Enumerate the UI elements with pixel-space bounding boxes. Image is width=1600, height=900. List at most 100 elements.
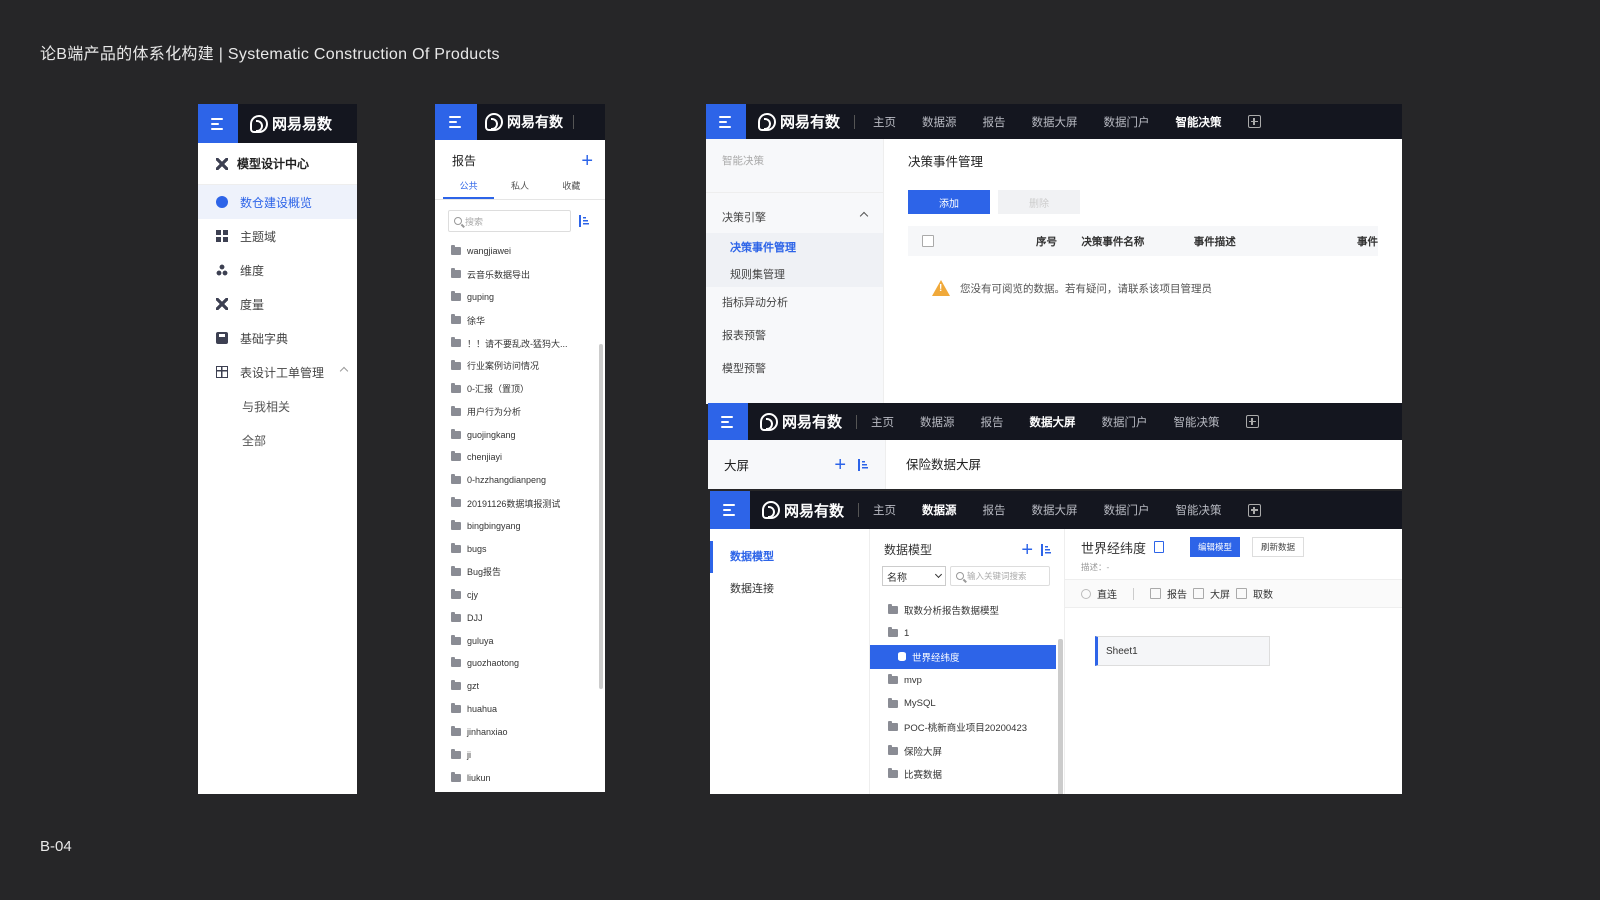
brand-logo[interactable]: 网易有数	[760, 411, 842, 432]
sidebar-group-engine[interactable]: 决策引擎	[706, 203, 883, 233]
list-item[interactable]: guping	[451, 286, 605, 309]
nav-datasource[interactable]: 数据源	[922, 114, 957, 130]
sidebar-item-anomaly[interactable]: 指标异动分析	[706, 287, 883, 320]
sheet-item[interactable]: Sheet1	[1095, 636, 1270, 666]
sidebar-item-dimension[interactable]: 维度	[198, 253, 357, 287]
add-icon[interactable]: +	[834, 455, 846, 475]
list-item[interactable]: huahua	[451, 698, 605, 721]
sidebar-item-dictionary[interactable]: 基础字典	[198, 321, 357, 355]
direct-radio[interactable]	[1081, 588, 1091, 599]
list-item[interactable]: cjy	[451, 583, 605, 606]
sidebar-item-subject[interactable]: 主题域	[198, 219, 357, 253]
list-item[interactable]: jinhanxiao	[451, 721, 605, 744]
edit-model-button[interactable]: 编辑模型	[1190, 537, 1241, 557]
nav-decision[interactable]: 智能决策	[1176, 114, 1222, 130]
sort-icon[interactable]	[1041, 543, 1052, 556]
add-button[interactable]: 添加	[908, 190, 990, 214]
tree-item[interactable]: POC-桃新商业项目20200423	[870, 716, 1064, 740]
select-all-checkbox[interactable]	[922, 235, 934, 247]
list-item[interactable]: 徐华	[451, 309, 605, 332]
sidebar-subitem-mine[interactable]: 与我相关	[198, 389, 357, 423]
list-item[interactable]: gzt	[451, 675, 605, 698]
list-item[interactable]: chenjiayi	[451, 446, 605, 469]
sidebar-item-event-mgmt[interactable]: 决策事件管理	[706, 233, 883, 260]
tree-item[interactable]: 比赛数据	[870, 763, 1064, 787]
tab-favorite[interactable]: 收藏	[546, 175, 597, 199]
add-tab-icon[interactable]	[1247, 503, 1261, 517]
sort-icon[interactable]	[579, 215, 590, 227]
list-item[interactable]: wangjiawei	[451, 240, 605, 263]
nav-decision[interactable]: 智能决策	[1174, 414, 1220, 430]
tab-private[interactable]: 私人	[494, 175, 545, 199]
sort-icon[interactable]	[858, 458, 869, 471]
search-input[interactable]: 输入关键词搜索	[950, 566, 1050, 586]
list-item[interactable]: bugs	[451, 538, 605, 561]
nav-bigscreen[interactable]: 数据大屏	[1030, 414, 1076, 430]
add-icon[interactable]: +	[1021, 540, 1033, 560]
document-icon[interactable]	[1154, 541, 1165, 553]
list-item[interactable]: 0-hzzhangdianpeng	[451, 469, 605, 492]
scrollbar[interactable]	[1058, 639, 1063, 794]
tree-item[interactable]: 保险大屏	[870, 739, 1064, 763]
list-item[interactable]: 云音乐数据导出	[451, 263, 605, 286]
list-item[interactable]: 0-汇报（置顶）	[451, 377, 605, 400]
nav-home[interactable]: 主页	[871, 414, 894, 430]
nav-home[interactable]: 主页	[873, 502, 896, 518]
list-item[interactable]: 用户行为分析	[451, 400, 605, 423]
list-item[interactable]: ji	[451, 744, 605, 767]
list-item[interactable]: guojingkang	[451, 423, 605, 446]
nav-home[interactable]: 主页	[873, 114, 896, 130]
list-item[interactable]: 行业案例访问情况	[451, 354, 605, 377]
nav-portal[interactable]: 数据门户	[1104, 502, 1150, 518]
brand-logo[interactable]: 网易有数	[762, 500, 844, 521]
list-item[interactable]: liukun	[451, 766, 605, 789]
scrollbar[interactable]	[599, 344, 603, 689]
report-checkbox[interactable]	[1150, 588, 1161, 599]
list-item[interactable]: ！！请不要乱改-猛犸大...	[451, 332, 605, 355]
sidebar-item-data-connection[interactable]: 数据连接	[710, 573, 869, 605]
menu-icon[interactable]	[706, 104, 746, 139]
nav-portal[interactable]: 数据门户	[1102, 414, 1148, 430]
tab-public[interactable]: 公共	[443, 175, 495, 199]
nav-portal[interactable]: 数据门户	[1104, 114, 1150, 130]
sidebar-item-report-alert[interactable]: 报表预警	[706, 320, 883, 353]
nav-datasource[interactable]: 数据源	[922, 502, 957, 518]
list-item[interactable]: Bug报告	[451, 560, 605, 583]
sidebar-subitem-all[interactable]: 全部	[198, 423, 357, 457]
fetch-checkbox[interactable]	[1236, 588, 1247, 599]
add-icon[interactable]: +	[581, 151, 593, 171]
tree-item[interactable]: 取数分析报告数据模型	[870, 598, 1064, 622]
sidebar-item-table-design[interactable]: 表设计工单管理	[198, 355, 357, 389]
sidebar-item-model-alert[interactable]: 模型预警	[706, 353, 883, 386]
list-item[interactable]: DJJ	[451, 606, 605, 629]
tree-item[interactable]: MySQL	[870, 692, 1064, 716]
list-item[interactable]: guozhaotong	[451, 652, 605, 675]
refresh-data-button[interactable]: 刷新数据	[1252, 537, 1305, 557]
list-item[interactable]: 20191126数据填报测试	[451, 492, 605, 515]
sidebar-item-measure[interactable]: 度量	[198, 287, 357, 321]
nav-report[interactable]: 报告	[981, 414, 1004, 430]
sidebar-item-ruleset[interactable]: 规则集管理	[706, 260, 883, 287]
menu-icon[interactable]	[710, 491, 750, 529]
nav-bigscreen[interactable]: 数据大屏	[1032, 502, 1078, 518]
field-select[interactable]: 名称	[882, 566, 946, 586]
nav-decision[interactable]: 智能决策	[1176, 502, 1222, 518]
tree-item[interactable]: mvp	[870, 669, 1064, 693]
list-item[interactable]: bingbingyang	[451, 515, 605, 538]
delete-button[interactable]: 删除	[998, 190, 1080, 214]
list-item[interactable]: guluya	[451, 629, 605, 652]
nav-report[interactable]: 报告	[983, 114, 1006, 130]
bigscreen-checkbox[interactable]	[1193, 588, 1204, 599]
brand-logo[interactable]: 网易易数	[250, 113, 332, 134]
tree-item[interactable]: 1	[870, 622, 1064, 646]
add-tab-icon[interactable]	[1247, 115, 1261, 128]
add-tab-icon[interactable]	[1245, 415, 1259, 428]
tree-item-selected[interactable]: 世界经纬度	[870, 645, 1056, 669]
menu-icon[interactable]	[198, 104, 238, 143]
brand-logo[interactable]: 网易有数	[485, 112, 563, 132]
nav-datasource[interactable]: 数据源	[920, 414, 955, 430]
search-input[interactable]: 搜索	[448, 210, 571, 232]
sidebar-item-data-model[interactable]: 数据模型	[710, 541, 869, 573]
menu-icon[interactable]	[708, 403, 748, 440]
nav-bigscreen[interactable]: 数据大屏	[1032, 114, 1078, 130]
